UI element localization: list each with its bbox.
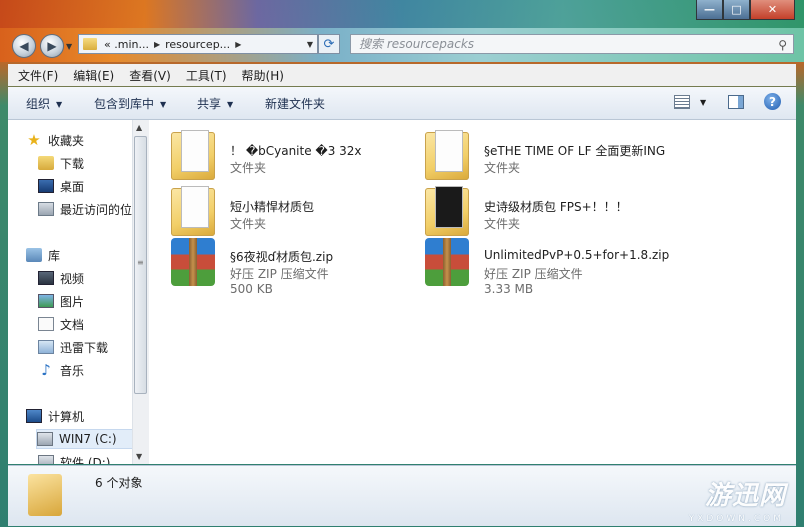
breadcrumb-segment[interactable]: resourcep... xyxy=(165,38,230,51)
breadcrumb-separator-icon[interactable]: ▶ xyxy=(154,40,160,49)
navigation-bar: ◀ ▶ ▼ « .min... ▶ resourcep... ▶ ▼ ⟳ 搜索 … xyxy=(0,28,804,62)
new-folder-button[interactable]: 新建文件夹 xyxy=(265,95,325,112)
address-bar[interactable]: « .min... ▶ resourcep... ▶ ▼ xyxy=(78,34,318,54)
scrollbar-grip-icon: ≡ xyxy=(137,258,144,267)
breadcrumb-separator-icon[interactable]: ▶ xyxy=(235,40,241,49)
recent-pages-dropdown[interactable]: ▼ xyxy=(66,42,72,51)
folder-icon xyxy=(425,130,469,180)
window-controls: — □ ✕ xyxy=(696,0,795,20)
breadcrumb-segment[interactable]: « .min... xyxy=(104,38,149,51)
menu-bar: 文件(F) 编辑(E) 查看(V) 工具(T) 帮助(H) xyxy=(8,64,796,86)
minimize-button[interactable]: — xyxy=(696,0,723,20)
scroll-up-icon[interactable]: ▲ xyxy=(136,123,142,132)
search-placeholder: 搜索 resourcepacks xyxy=(359,37,475,51)
command-bar: 组织 ▼ 包含到库中 ▼ 共享 ▼ 新建文件夹 ▼ ? xyxy=(8,87,796,120)
item-count: 6 个对象 xyxy=(95,476,143,490)
thunder-download-icon xyxy=(38,340,54,354)
folder-icon xyxy=(425,186,469,236)
folder-icon xyxy=(171,186,215,236)
change-view-icon[interactable] xyxy=(674,95,690,109)
file-item[interactable]: UnlimitedPvP+0.5+for+1.8.zip 好压 ZIP 压缩文件… xyxy=(411,232,669,302)
file-item[interactable]: 短小精悍材质包 文件夹 xyxy=(157,182,397,238)
library-icon xyxy=(26,248,42,262)
search-input[interactable]: 搜索 resourcepacks ⚲ xyxy=(350,34,794,54)
title-bar xyxy=(0,0,804,28)
refresh-icon: ⟳ xyxy=(323,36,335,52)
pictures-icon xyxy=(38,294,54,308)
folder-icon xyxy=(83,38,97,50)
back-button[interactable]: ◀ xyxy=(12,34,36,58)
help-icon[interactable]: ? xyxy=(764,93,781,110)
file-item[interactable]: ！ �bCyanite �3 32x 文件夹 xyxy=(157,126,397,182)
refresh-button[interactable]: ⟳ xyxy=(318,34,340,54)
documents-icon xyxy=(38,317,54,331)
sidebar-libraries[interactable]: 库 xyxy=(26,245,148,265)
desktop-icon xyxy=(38,179,54,193)
menu-help[interactable]: 帮助(H) xyxy=(232,67,289,84)
video-icon xyxy=(38,271,54,285)
scroll-down-icon[interactable]: ▼ xyxy=(136,452,142,461)
star-icon: ★ xyxy=(27,131,41,149)
navigation-pane: ★ 收藏夹 下载 桌面 最近访问的位 库 视频 图片 文档 迅雷下载 ♪ 音乐 … xyxy=(8,120,149,464)
zip-archive-icon xyxy=(425,238,469,286)
preview-pane-icon[interactable] xyxy=(728,95,744,109)
file-item[interactable]: 史诗级材质包 FPS+！！！ 文件夹 xyxy=(411,182,651,238)
menu-file[interactable]: 文件(F) xyxy=(8,67,63,84)
watermark-brand: 游迅网 xyxy=(704,481,786,511)
sidebar-favorites[interactable]: ★ 收藏夹 xyxy=(26,130,148,150)
drive-icon xyxy=(37,432,53,446)
navigation-scrollbar[interactable]: ▲ ≡ ▼ xyxy=(132,120,149,464)
details-pane: 6 个对象 游迅网 YXDOWN.COM xyxy=(8,465,796,526)
drive-icon xyxy=(38,455,54,464)
folder-icon xyxy=(171,130,215,180)
view-dropdown-icon[interactable]: ▼ xyxy=(700,98,706,107)
file-list: ！ �bCyanite �3 32x 文件夹 §eTHE TIME OF LF … xyxy=(149,120,796,464)
folder-icon xyxy=(28,474,62,516)
menu-view[interactable]: 查看(V) xyxy=(119,67,176,84)
watermark-site: YXDOWN.COM xyxy=(688,514,784,524)
recent-places-icon xyxy=(38,202,54,216)
share-button[interactable]: 共享 ▼ xyxy=(197,95,233,112)
menu-tools[interactable]: 工具(T) xyxy=(176,67,232,84)
sidebar-computer[interactable]: 计算机 xyxy=(26,406,148,426)
file-item[interactable]: §eTHE TIME OF LF 全面更新ING 文件夹 xyxy=(411,126,665,182)
music-icon: ♪ xyxy=(41,361,51,379)
search-icon[interactable]: ⚲ xyxy=(778,36,787,54)
explorer-window: — □ ✕ ◀ ▶ ▼ « .min... ▶ resourcep... ▶ ▼… xyxy=(0,0,804,527)
close-button[interactable]: ✕ xyxy=(750,0,795,20)
address-dropdown-icon[interactable]: ▼ xyxy=(307,40,313,49)
computer-icon xyxy=(26,409,42,423)
maximize-button[interactable]: □ xyxy=(723,0,750,20)
zip-archive-icon xyxy=(171,238,215,286)
include-in-library-button[interactable]: 包含到库中 ▼ xyxy=(94,95,166,112)
file-item[interactable]: §6夜视ɗ材质包.zip 好压 ZIP 压缩文件 500 KB xyxy=(157,232,397,302)
downloads-folder-icon xyxy=(38,156,54,170)
organize-button[interactable]: 组织 ▼ xyxy=(26,95,62,112)
menu-edit[interactable]: 编辑(E) xyxy=(63,67,119,84)
forward-button[interactable]: ▶ xyxy=(40,34,64,58)
